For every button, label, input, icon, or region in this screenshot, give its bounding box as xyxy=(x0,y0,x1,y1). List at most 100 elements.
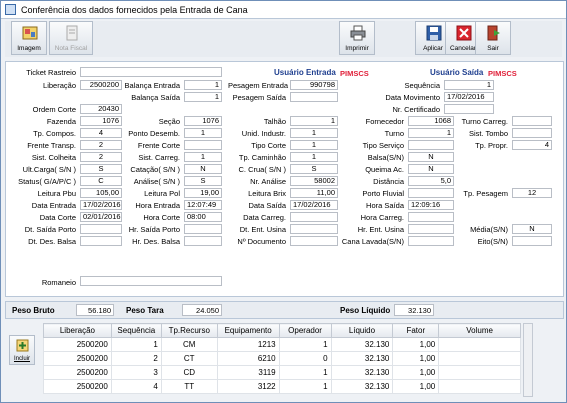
ult-carga-field[interactable]: S xyxy=(80,164,122,174)
media-label: Média(S/N) xyxy=(470,225,508,234)
porto-fluvial-field[interactable] xyxy=(408,188,454,198)
eito-label: Eito(S/N) xyxy=(477,237,508,246)
data-carreg-field[interactable] xyxy=(290,212,338,222)
unid-industr-field[interactable]: 1 xyxy=(290,128,338,138)
secao-field[interactable]: 1076 xyxy=(184,116,222,126)
queima-ac-field[interactable]: N xyxy=(408,164,454,174)
ponto-desemb-field[interactable]: 1 xyxy=(184,128,222,138)
table-row[interactable]: 2500200 1 CM 1213 1 32.130 1,00 xyxy=(43,337,521,352)
pesagem-entrada-field[interactable]: 990798 xyxy=(290,80,338,90)
balsa-field[interactable]: N xyxy=(408,152,454,162)
c-crua-field[interactable]: S xyxy=(290,164,338,174)
data-movimento-field[interactable]: 17/02/2016 xyxy=(444,92,494,102)
dt-saida-porto-label: Dt. Saída Porto xyxy=(24,225,76,234)
hora-corte-field[interactable]: 08:00 xyxy=(184,212,222,222)
ordem-corte-field[interactable]: 20430 xyxy=(80,104,122,114)
vertical-scrollbar[interactable] xyxy=(523,323,533,397)
data-saida-field[interactable]: 17/02/2016 xyxy=(290,200,338,210)
sist-carreg-field[interactable]: 1 xyxy=(184,152,222,162)
table-cell: 2 xyxy=(110,351,162,366)
romaneio-field[interactable] xyxy=(80,276,222,286)
leitura-pbu-field[interactable]: 105,00 xyxy=(80,188,122,198)
leitura-pol-field[interactable]: 19,00 xyxy=(184,188,222,198)
sair-button[interactable]: Sair xyxy=(475,21,511,55)
hr-saida-porto-field[interactable] xyxy=(184,224,222,234)
table-row[interactable]: 2500200 2 CT 6210 0 32.130 1,00 xyxy=(43,351,521,366)
tp-compos-label: Tp. Compos. xyxy=(33,129,76,138)
column-header[interactable]: Tp.Recurso xyxy=(160,323,218,338)
tp-pesagem-field[interactable]: 12 xyxy=(512,188,552,198)
turno-field[interactable]: 1 xyxy=(408,128,454,138)
table-cell: 2500200 xyxy=(43,365,112,380)
distancia-field[interactable]: 5,0 xyxy=(408,176,454,186)
dt-saida-porto-field[interactable] xyxy=(80,224,122,234)
ticket-rastreio-field[interactable] xyxy=(80,67,222,77)
dt-des-balsa-field[interactable] xyxy=(80,236,122,246)
balanca-saida-field[interactable]: 1 xyxy=(184,92,222,102)
nota-fiscal-button[interactable]: Nota Fiscal xyxy=(49,21,93,55)
fazenda-field[interactable]: 1076 xyxy=(80,116,122,126)
nr-certificado-field[interactable] xyxy=(444,104,494,114)
fazenda-label: Fazenda xyxy=(46,117,76,126)
hr-saida-porto-label: Hr. Saída Porto xyxy=(128,225,180,234)
column-header[interactable]: Operador xyxy=(278,323,332,338)
hora-entrada-field[interactable]: 12:07:49 xyxy=(184,200,222,210)
imagem-button[interactable]: Imagem xyxy=(11,21,47,55)
frente-corte-field[interactable] xyxy=(184,140,222,150)
hora-saida-label: Hora Saída xyxy=(366,201,404,210)
main-window: Conferência dos dados fornecidos pela En… xyxy=(0,0,567,403)
incluir-button[interactable]: Incluir xyxy=(9,335,35,365)
cana-lavada-field[interactable] xyxy=(408,236,454,246)
n-documento-field[interactable] xyxy=(290,236,338,246)
column-header[interactable]: Volume xyxy=(438,323,521,338)
media-field[interactable]: N xyxy=(512,224,552,234)
talhao-field[interactable]: 1 xyxy=(290,116,338,126)
sequencia-field[interactable]: 1 xyxy=(444,80,494,90)
sist-colheita-field[interactable]: 2 xyxy=(80,152,122,162)
status-field[interactable]: C xyxy=(80,176,122,186)
frente-transp-field[interactable]: 2 xyxy=(80,140,122,150)
hora-carreg-field[interactable] xyxy=(408,212,454,222)
tipo-corte-field[interactable]: 1 xyxy=(290,140,338,150)
dt-ent-usina-field[interactable] xyxy=(290,224,338,234)
imprimir-button[interactable]: Imprimir xyxy=(339,21,375,55)
column-header[interactable]: Liberação xyxy=(43,323,112,338)
data-corte-field[interactable]: 02/01/2016 xyxy=(80,212,122,222)
liberacao-field[interactable]: 2500200 xyxy=(80,80,122,90)
hora-saida-field[interactable]: 12:09:16 xyxy=(408,200,454,210)
balanca-entrada-field[interactable]: 1 xyxy=(184,80,222,90)
nr-analise-field[interactable]: 58002 xyxy=(290,176,338,186)
table-row[interactable]: 2500200 3 CD 3119 1 32.130 1,00 xyxy=(43,365,521,380)
eito-field[interactable] xyxy=(512,236,552,246)
tp-propr-field[interactable]: 4 xyxy=(512,140,552,150)
hora-entrada-label: Hora Entrada xyxy=(135,201,180,210)
column-header[interactable]: Equipamento xyxy=(216,323,280,338)
ordem-corte-label: Ordem Corte xyxy=(32,105,76,114)
fornecedor-field[interactable]: 1068 xyxy=(408,116,454,126)
data-corte-label: Data Corte xyxy=(39,213,76,222)
pesagem-saida-field[interactable] xyxy=(290,92,338,102)
hora-corte-label: Hora Corte xyxy=(143,213,180,222)
hr-ent-usina-field[interactable] xyxy=(408,224,454,234)
tipo-servico-field[interactable] xyxy=(408,140,454,150)
column-header[interactable]: Fator xyxy=(392,323,440,338)
table-cell: 1,00 xyxy=(392,351,440,366)
data-carreg-label: Data Carreg. xyxy=(243,213,286,222)
balsa-label: Balsa(S/N) xyxy=(367,153,404,162)
usuario-entrada-header: Usuário Entrada xyxy=(274,68,336,77)
table-row[interactable]: 2500200 4 TT 3122 1 32.130 1,00 xyxy=(43,379,521,394)
data-entrada-field[interactable]: 17/02/2016 xyxy=(80,200,122,210)
column-header[interactable]: Líquido xyxy=(330,323,394,338)
analise-field[interactable]: S xyxy=(184,176,222,186)
sist-tombo-field[interactable] xyxy=(512,128,552,138)
tipo-corte-label: Tipo Corte xyxy=(251,141,286,150)
hr-des-balsa-field[interactable] xyxy=(184,236,222,246)
turno-carreg-field[interactable] xyxy=(512,116,552,126)
balanca-entrada-label: Balança Entrada xyxy=(124,81,180,90)
column-header[interactable]: Sequência xyxy=(110,323,162,338)
leitura-brix-field[interactable]: 11,00 xyxy=(290,188,338,198)
catacao-field[interactable]: N xyxy=(184,164,222,174)
cancel-icon xyxy=(456,25,472,41)
tp-compos-field[interactable]: 4 xyxy=(80,128,122,138)
tp-caminhao-field[interactable]: 1 xyxy=(290,152,338,162)
